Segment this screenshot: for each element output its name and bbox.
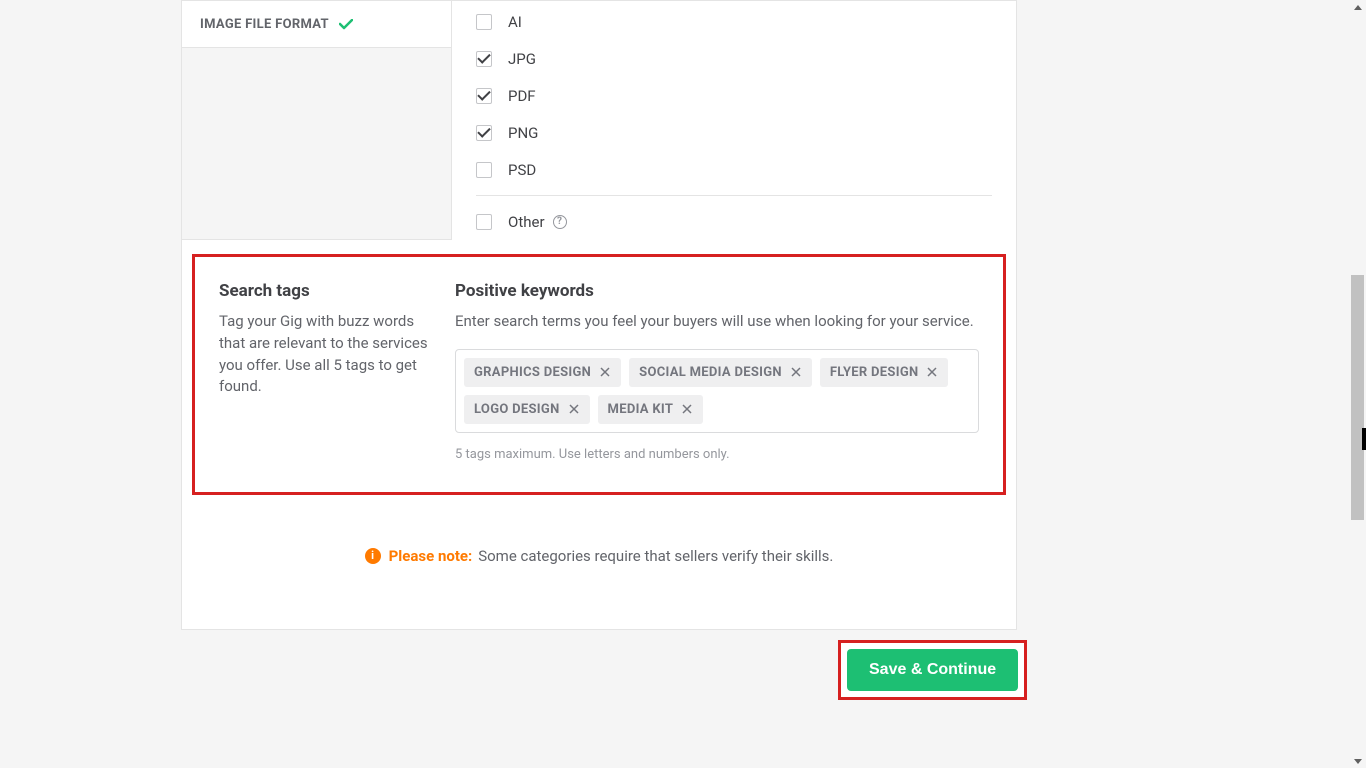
keywords-description: Enter search terms you feel your buyers …	[455, 311, 979, 333]
check-icon	[339, 15, 353, 34]
divider	[476, 195, 992, 196]
keywords-title: Positive keywords	[455, 281, 979, 301]
close-icon[interactable]	[681, 403, 693, 415]
format-option-label: PNG	[508, 124, 538, 142]
format-title-row: IMAGE FILE FORMAT	[182, 1, 451, 34]
note-text: Some categories require that sellers ver…	[478, 547, 833, 565]
tag-chip: GRAPHICS DESIGN	[464, 358, 621, 387]
scroll-up-arrow-icon[interactable]	[1351, 0, 1364, 14]
info-icon: i	[365, 548, 381, 564]
format-preview-area	[182, 47, 451, 239]
close-icon[interactable]	[790, 366, 802, 378]
keywords-input[interactable]: GRAPHICS DESIGN SOCIAL MEDIA DESIGN FLYE…	[455, 349, 979, 433]
format-option-psd[interactable]: PSD	[476, 151, 992, 188]
format-option-png[interactable]: PNG	[476, 114, 992, 151]
tag-label: FLYER DESIGN	[830, 365, 919, 380]
keywords-panel: Positive keywords Enter search terms you…	[455, 281, 979, 462]
checkbox-icon	[476, 14, 492, 30]
scrollbar-track[interactable]	[1349, 0, 1366, 768]
format-option-jpg[interactable]: JPG	[476, 40, 992, 77]
tag-label: LOGO DESIGN	[474, 402, 560, 417]
tag-chip: FLYER DESIGN	[820, 358, 949, 387]
save-continue-button[interactable]: Save & Continue	[847, 649, 1018, 691]
format-left-col: IMAGE FILE FORMAT	[182, 1, 452, 240]
note-row: i Please note: Some categories require t…	[182, 495, 1016, 629]
search-tags-title: Search tags	[219, 281, 435, 301]
close-icon[interactable]	[926, 366, 938, 378]
format-option-label: AI	[508, 13, 522, 31]
format-option-other[interactable]: Other ?	[476, 203, 992, 240]
close-icon[interactable]	[568, 403, 580, 415]
format-title: IMAGE FILE FORMAT	[200, 17, 329, 32]
format-option-pdf[interactable]: PDF	[476, 77, 992, 114]
main-card: IMAGE FILE FORMAT AI JPG PDF P	[181, 0, 1017, 630]
keywords-hint: 5 tags maximum. Use letters and numbers …	[455, 447, 979, 462]
checkbox-icon	[476, 88, 492, 104]
help-icon[interactable]: ?	[553, 215, 567, 229]
search-tags-info: Search tags Tag your Gig with buzz words…	[219, 281, 455, 462]
resize-handle[interactable]	[1362, 428, 1366, 450]
tag-chip: MEDIA KIT	[598, 395, 704, 424]
format-option-label: PDF	[508, 87, 536, 105]
scroll-down-arrow-icon[interactable]	[1351, 754, 1364, 768]
tag-label: GRAPHICS DESIGN	[474, 365, 591, 380]
checkbox-icon	[476, 162, 492, 178]
format-option-label: Other	[508, 213, 545, 231]
scrollbar-thumb[interactable]	[1351, 275, 1364, 520]
tag-label: SOCIAL MEDIA DESIGN	[639, 365, 782, 380]
tag-label: MEDIA KIT	[608, 402, 674, 417]
note-label: Please note:	[389, 547, 473, 565]
tag-chip: SOCIAL MEDIA DESIGN	[629, 358, 812, 387]
format-options: AI JPG PDF PNG PSD Other ?	[452, 1, 1016, 240]
search-tags-description: Tag your Gig with buzz words that are re…	[219, 311, 435, 398]
checkbox-icon	[476, 214, 492, 230]
close-icon[interactable]	[599, 366, 611, 378]
checkbox-icon	[476, 51, 492, 67]
format-section: IMAGE FILE FORMAT AI JPG PDF P	[182, 1, 1016, 240]
checkbox-icon	[476, 125, 492, 141]
format-option-label: PSD	[508, 161, 536, 179]
save-button-highlight: Save & Continue	[838, 640, 1027, 700]
format-option-label: JPG	[508, 50, 536, 68]
tag-chip: LOGO DESIGN	[464, 395, 590, 424]
format-option-ai[interactable]: AI	[476, 3, 992, 40]
search-tags-section: Search tags Tag your Gig with buzz words…	[192, 254, 1006, 495]
